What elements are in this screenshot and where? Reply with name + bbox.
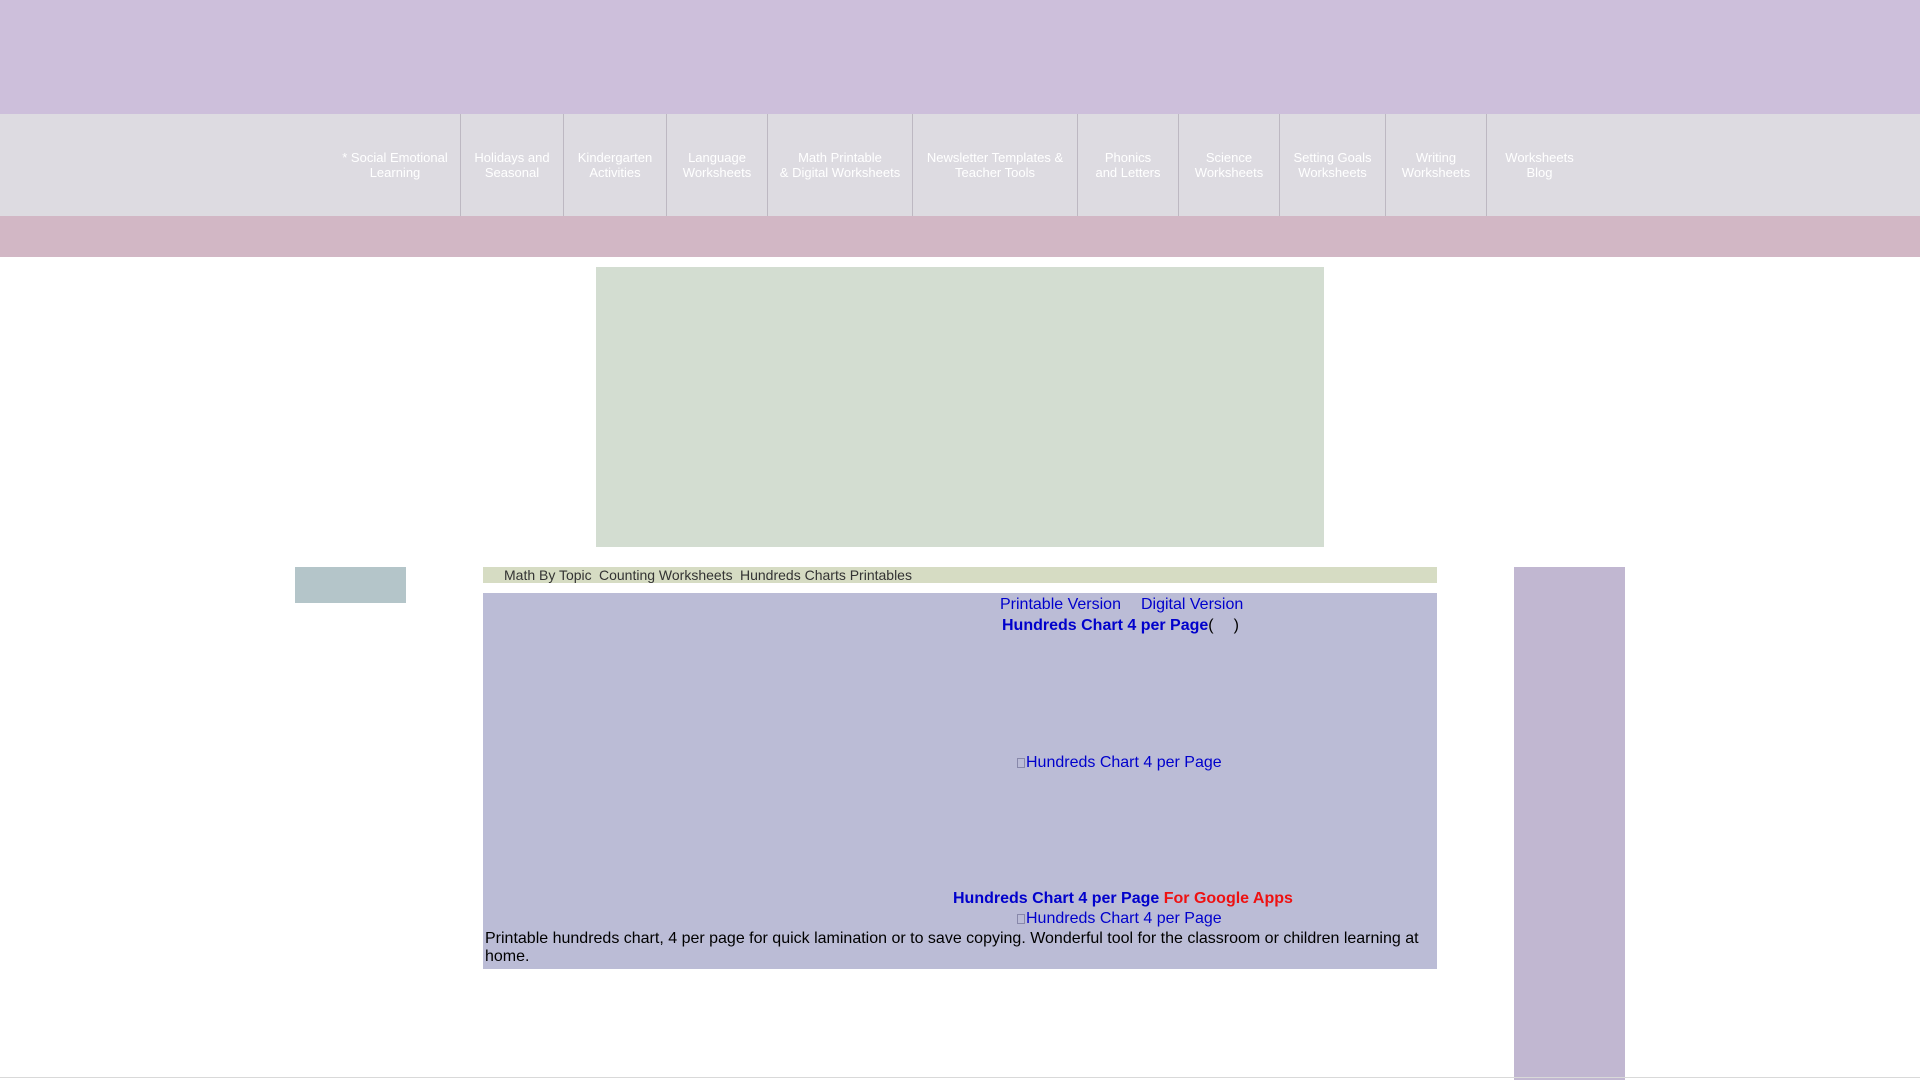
paren-open: (	[1208, 617, 1214, 634]
nav-item-line2: & Digital Worksheets	[779, 165, 901, 180]
image-alt-text: Hundreds Chart 4 per Page	[1026, 910, 1222, 927]
left-sidebar-box	[295, 567, 406, 603]
nav-item-setting-goals-worksheets[interactable]: Setting Goals Worksheets	[1279, 114, 1385, 216]
breadcrumb-hundreds-charts-printables[interactable]: Hundreds Charts Printables	[740, 567, 912, 583]
google-apps-label: For Google Apps	[1163, 890, 1293, 907]
nav-item-worksheets-blog[interactable]: Worksheets Blog	[1486, 114, 1592, 216]
nav-item-social-emotional-learning[interactable]: * Social Emotional Learning	[330, 114, 460, 216]
google-apps-title-row: Hundreds Chart 4 per Page For Google App…	[953, 889, 1293, 909]
hundreds-chart-google-image[interactable]: Hundreds Chart 4 per Page	[1017, 909, 1222, 929]
ad-banner[interactable]	[596, 267, 1324, 547]
paren-close: )	[1233, 617, 1239, 634]
chart-title: Hundreds Chart 4 per Page	[1002, 617, 1209, 634]
nav-item-line2: Teacher Tools	[955, 165, 1035, 180]
page: * Social Emotional Learning Holidays and…	[0, 0, 1920, 1080]
printable-version-link[interactable]: Printable Version	[1000, 596, 1121, 613]
top-banner	[0, 0, 1920, 114]
nav-item-line1: Holidays and	[474, 150, 550, 165]
nav-item-science-worksheets[interactable]: Science Worksheets	[1178, 114, 1279, 216]
chart-title-row: Hundreds Chart 4 per Page()	[1002, 616, 1239, 636]
nav-item-writing-worksheets[interactable]: Writing Worksheets	[1385, 114, 1486, 216]
main-content: Printable Version Digital Version Hundred…	[483, 593, 1437, 969]
nav-item-line2: Learning	[369, 165, 421, 180]
nav-item-line2: Worksheets	[1194, 165, 1264, 180]
nav-item-math-printable[interactable]: Math Printable & Digital Worksheets	[767, 114, 912, 216]
nav-item-line2: Seasonal	[484, 165, 540, 180]
nav-item-line1: Newsletter Templates &	[926, 150, 1064, 165]
nav-item-line1: Kindergarten	[577, 150, 653, 165]
google-chart-title: Hundreds Chart 4 per Page	[953, 890, 1160, 907]
nav-item-line1: Math Printable	[798, 150, 882, 165]
nav-item-holidays-and-seasonal[interactable]: Holidays and Seasonal	[460, 114, 563, 216]
nav-item-line2: and Letters	[1095, 165, 1161, 180]
broken-image-icon	[1017, 758, 1025, 768]
bottom-divider	[0, 1077, 1920, 1078]
nav-item-kindergarten-activities[interactable]: Kindergarten Activities	[563, 114, 666, 216]
nav-item-line2: Blog	[1526, 165, 1553, 180]
nav-item-line1: Phonics	[1104, 150, 1152, 165]
breadcrumb-counting-worksheets[interactable]: Counting Worksheets	[599, 567, 733, 583]
version-links: Printable Version Digital Version	[1000, 595, 1243, 615]
breadcrumb: Math By Topic Counting Worksheets Hundre…	[483, 567, 1437, 583]
nav-item-newsletter-templates[interactable]: Newsletter Templates & Teacher Tools	[912, 114, 1077, 216]
nav-item-line2: Worksheets	[1298, 165, 1367, 180]
image-alt-text: Hundreds Chart 4 per Page	[1026, 754, 1222, 771]
nav-item-line2: Worksheets	[682, 165, 752, 180]
sub-nav-strip	[0, 216, 1920, 257]
broken-image-icon	[1017, 914, 1025, 924]
nav-item-line2: Activities	[589, 165, 641, 180]
digital-version-link[interactable]: Digital Version	[1141, 596, 1243, 613]
nav-item-line1: Writing	[1415, 150, 1457, 165]
hundreds-chart-image[interactable]: Hundreds Chart 4 per Page	[1017, 753, 1222, 773]
nav-item-line2: Worksheets	[1401, 165, 1471, 180]
nav-item-line1: Setting Goals	[1293, 150, 1372, 165]
description-text: Printable hundreds chart, 4 per page for…	[485, 930, 1419, 965]
nav-item-line1: Language	[688, 150, 746, 165]
right-sidebar	[1514, 567, 1625, 1080]
nav-item-phonics-and-letters[interactable]: Phonics and Letters	[1077, 114, 1178, 216]
main-nav: * Social Emotional Learning Holidays and…	[0, 114, 1920, 216]
nav-item-line1: Worksheets	[1505, 150, 1574, 165]
nav-item-line1: Science	[1205, 150, 1253, 165]
nav-item-line1: * Social Emotional	[342, 150, 448, 165]
nav-item-language-worksheets[interactable]: Language Worksheets	[666, 114, 767, 216]
breadcrumb-math-by-topic[interactable]: Math By Topic	[504, 567, 592, 583]
